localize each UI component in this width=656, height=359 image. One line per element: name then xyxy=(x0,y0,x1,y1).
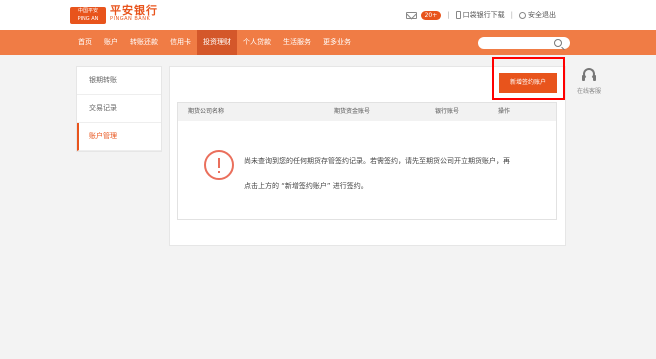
emblem-subtext: PING AN xyxy=(77,16,99,22)
bank-logo[interactable]: 中国平安 PING AN 平安银行 PINGAN BANK xyxy=(70,4,158,24)
exit-icon xyxy=(519,11,526,19)
nav-item-life-services[interactable]: 生活服务 xyxy=(277,30,317,55)
search-input[interactable] xyxy=(478,37,570,49)
divider: | xyxy=(447,11,450,19)
sidebar-item-transaction-records[interactable]: 交易记录 xyxy=(77,95,161,123)
nav-item-loans[interactable]: 个人贷款 xyxy=(237,30,277,55)
mail-icon[interactable] xyxy=(405,11,417,19)
message-count-badge[interactable]: 20+ xyxy=(420,10,442,20)
online-service-button[interactable]: 在线客服 xyxy=(572,66,606,100)
nav-item-home[interactable]: 首页 xyxy=(72,30,98,55)
sidebar-item-bank-futures-transfer[interactable]: 银期转账 xyxy=(77,67,161,95)
column-header-bank-account: 银行账号 xyxy=(435,108,460,115)
nav-item-transfer[interactable]: 转账还款 xyxy=(124,30,164,55)
table-header: 期货公司名称 期货资金账号 银行账号 操作 xyxy=(178,103,556,121)
sidebar-item-account-management[interactable]: 账户管理 xyxy=(77,123,161,151)
highlight-annotation xyxy=(492,57,565,100)
nav-item-investment[interactable]: 投资理财 xyxy=(197,30,237,55)
sidebar: 银期转账 交易记录 账户管理 xyxy=(76,66,162,152)
search-icon[interactable] xyxy=(554,39,562,47)
online-service-label: 在线客服 xyxy=(576,88,601,95)
emblem-text: 中国平安 xyxy=(77,8,98,14)
nav-item-credit-card[interactable]: 信用卡 xyxy=(164,30,197,55)
empty-state-message-line1: 尚未查询到您的任何期货存管签约记录。若需签约，请先至期货公司开立期货账户，再 xyxy=(244,157,510,165)
nav-item-accounts[interactable]: 账户 xyxy=(98,30,124,55)
warning-icon xyxy=(204,150,234,180)
nav-items: 首页 账户 转账还款 信用卡 投资理财 个人贷款 生活服务 更多业务 xyxy=(72,30,357,55)
column-header-action: 操作 xyxy=(498,108,511,115)
logout-link[interactable]: 安全退出 xyxy=(528,10,556,20)
top-links: 20+ | 口袋银行下载 | 安全退出 xyxy=(405,9,556,21)
column-header-futures-account: 期货资金账号 xyxy=(334,108,371,115)
pingan-emblem: 中国平安 PING AN xyxy=(70,6,106,24)
divider: | xyxy=(510,11,513,19)
phone-icon xyxy=(455,11,461,19)
column-header-futures-company: 期货公司名称 xyxy=(188,108,225,115)
logo-text: 平安银行 PINGAN BANK xyxy=(110,4,158,24)
headset-icon xyxy=(582,68,596,81)
header: 中国平安 PING AN 平安银行 PINGAN BANK 20+ | 口袋银行… xyxy=(0,0,656,30)
nav-item-more[interactable]: 更多业务 xyxy=(317,30,357,55)
bank-name: 平安银行 xyxy=(110,4,158,17)
download-app-link[interactable]: 口袋银行下载 xyxy=(463,10,505,20)
empty-state-message-line2: 点击上方的 “新增签约账户” 进行签约。 xyxy=(244,182,368,190)
